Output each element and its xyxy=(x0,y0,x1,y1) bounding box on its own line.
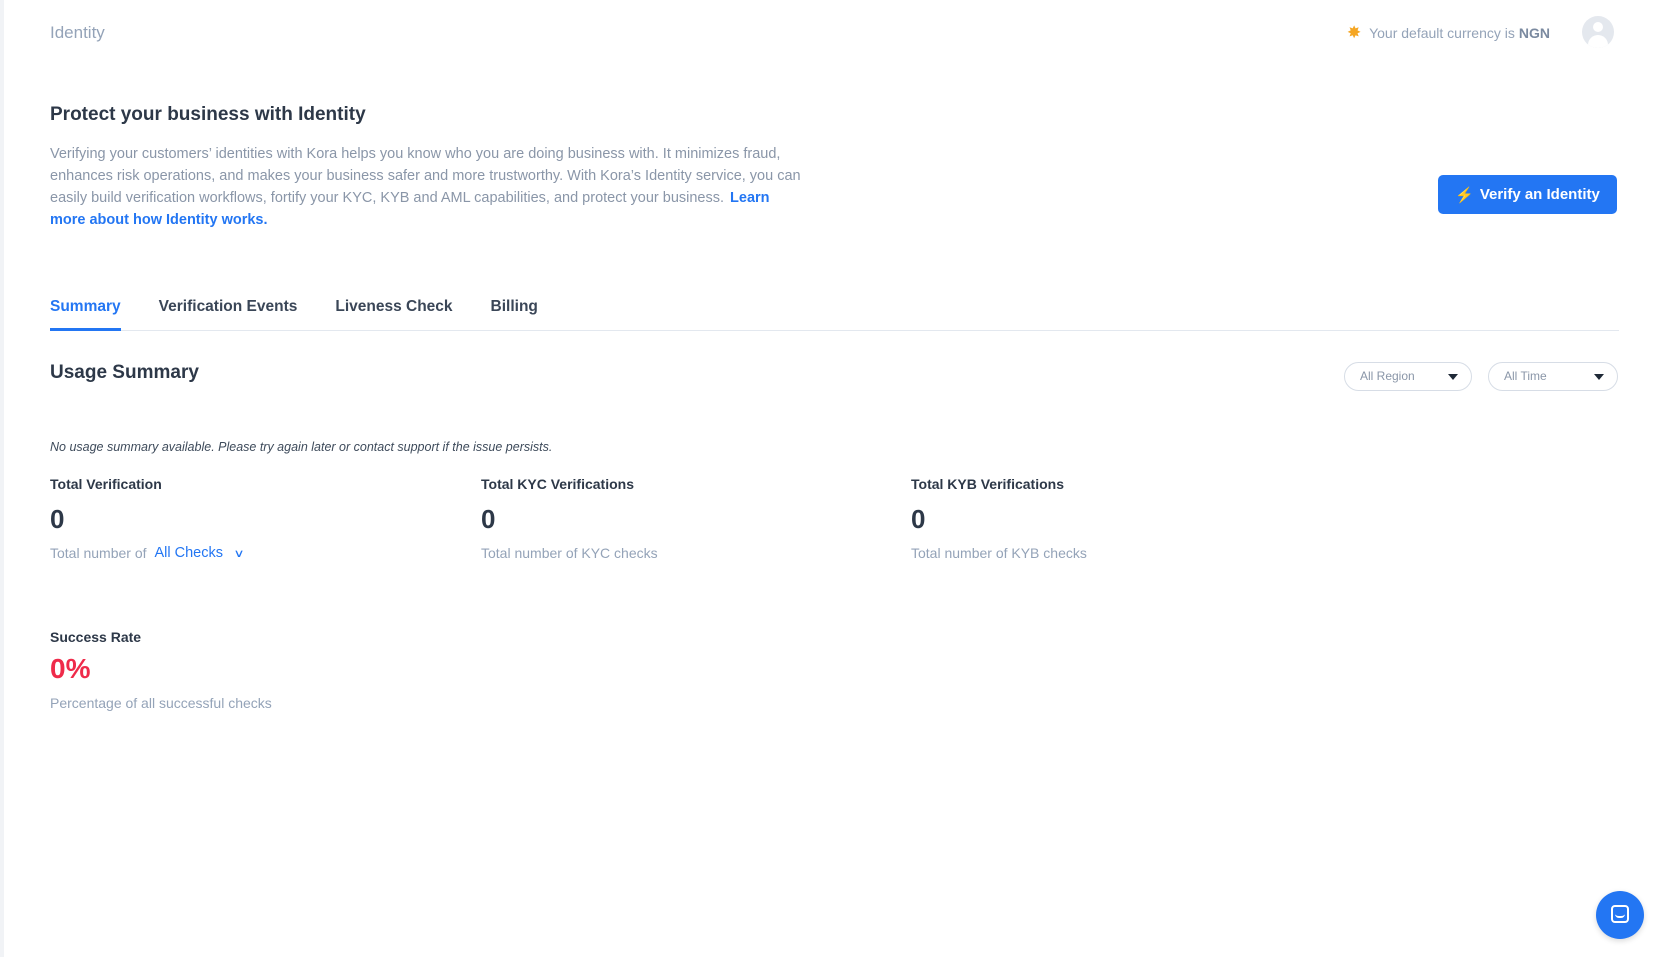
hero-title: Protect your business with Identity xyxy=(50,104,366,125)
stat-label: Total KYC Verifications xyxy=(481,476,634,492)
verify-identity-button[interactable]: ⚡ Verify an Identity xyxy=(1438,175,1617,214)
tab-liveness-check[interactable]: Liveness Check xyxy=(335,296,452,326)
default-currency: ✸ Your default currency is NGN xyxy=(1345,24,1550,42)
stat-label: Total KYB Verifications xyxy=(911,476,1064,492)
user-avatar-icon[interactable] xyxy=(1582,16,1614,48)
total-kyc-stat: Total KYC Verifications 0 Total number o… xyxy=(481,476,658,561)
chat-launcher-button[interactable] xyxy=(1596,891,1644,939)
avatar-body xyxy=(1588,35,1608,48)
stat-label: Total Verification xyxy=(50,476,162,492)
no-usage-notice: No usage summary available. Please try a… xyxy=(50,440,553,454)
caret-down-icon xyxy=(1448,374,1458,380)
region-select[interactable]: All Region xyxy=(1344,362,1472,391)
tab-verification-events[interactable]: Verification Events xyxy=(159,296,298,326)
stat-value: 0 xyxy=(50,504,65,534)
stat-caption: Total number of KYB checks xyxy=(911,545,1087,561)
stat-caption-text: Total number of xyxy=(50,545,147,561)
total-verification-stat: Total Verification 0 Total number of All… xyxy=(50,476,245,561)
usage-summary-title: Usage Summary xyxy=(50,362,199,383)
verify-identity-label: Verify an Identity xyxy=(1479,186,1600,203)
time-select[interactable]: All Time xyxy=(1488,362,1618,391)
avatar-head xyxy=(1593,22,1603,32)
total-kyb-stat: Total KYB Verifications 0 Total number o… xyxy=(911,476,1087,561)
currency-code: NGN xyxy=(1518,25,1550,41)
time-select-value: All Time xyxy=(1504,369,1547,383)
page-breadcrumb: Identity xyxy=(50,23,105,42)
stat-value: 0 xyxy=(481,504,496,534)
hero-description-text: Verifying your customers’ identities wit… xyxy=(50,146,801,206)
caret-down-icon xyxy=(1594,374,1604,380)
sun-badge-icon: ✸ xyxy=(1346,23,1362,42)
tab-billing[interactable]: Billing xyxy=(491,296,538,326)
stat-caption: Total number of KYC checks xyxy=(481,545,658,561)
lightning-icon: ⚡ xyxy=(1455,186,1474,204)
hero-description: Verifying your customers’ identities wit… xyxy=(50,143,805,231)
tab-bar: Summary Verification Events Liveness Che… xyxy=(50,296,1619,331)
sidebar-edge xyxy=(0,0,4,957)
stat-value: 0 xyxy=(911,504,926,534)
success-rate-stat: Success Rate 0% Percentage of all succes… xyxy=(50,629,272,711)
chevron-down-icon[interactable]: ∨ xyxy=(233,547,244,560)
top-bar: Identity ✸ Your default currency is NGN xyxy=(50,0,1614,66)
currency-text: Your default currency is xyxy=(1369,25,1515,41)
success-rate-label: Success Rate xyxy=(50,629,142,645)
success-rate-value: 0% xyxy=(50,653,91,684)
all-checks-dropdown[interactable]: All Checks xyxy=(155,545,224,561)
tab-summary[interactable]: Summary xyxy=(50,296,121,331)
region-select-value: All Region xyxy=(1360,369,1415,383)
success-rate-caption: Percentage of all successful checks xyxy=(50,695,272,711)
stat-caption: Total number of All Checks ∨ xyxy=(50,545,245,561)
